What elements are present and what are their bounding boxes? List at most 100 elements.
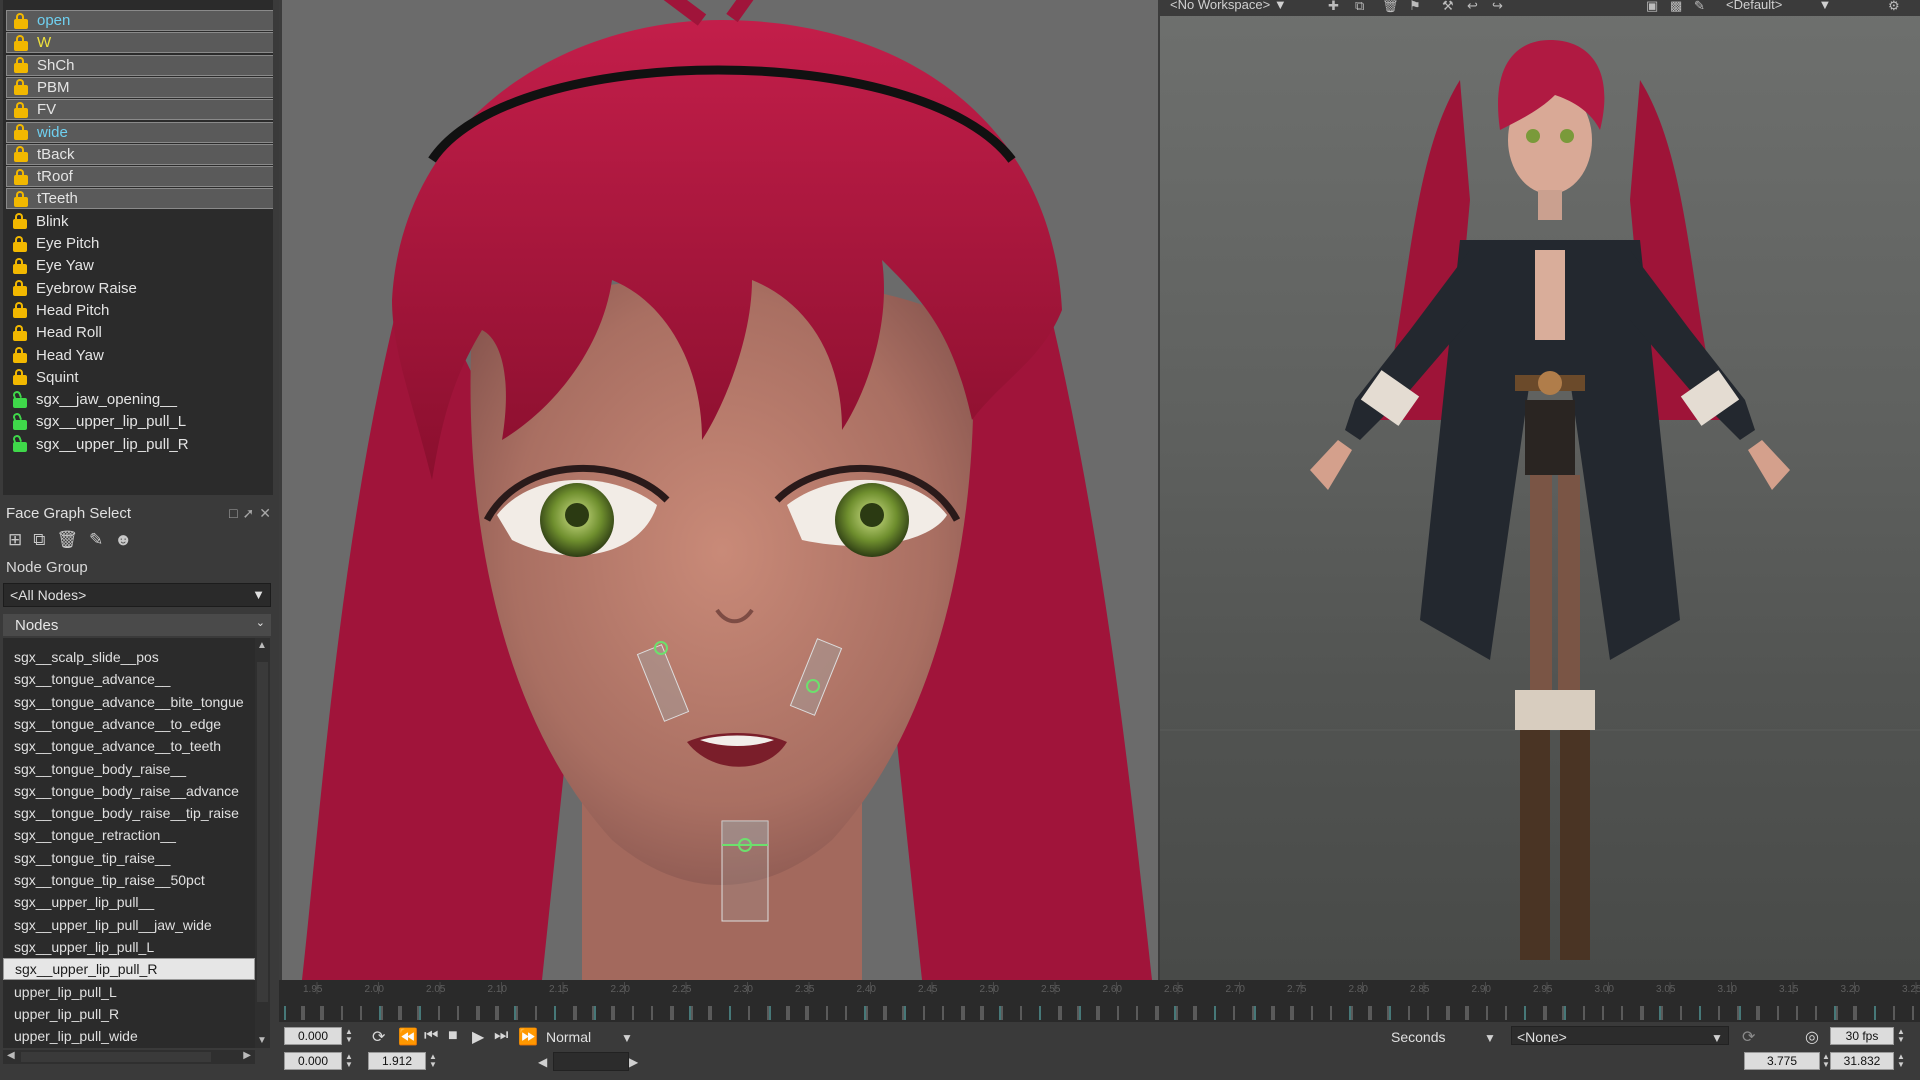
delete-icon[interactable]: 🗑: [1382, 0, 1399, 14]
sync-icon[interactable]: ⟳: [1742, 1027, 1755, 1047]
spinner-icon[interactable]: ▲ ▼: [429, 1053, 437, 1069]
channel-item[interactable]: Head Pitch: [6, 300, 273, 321]
chevron-down-icon[interactable]: ▼: [1484, 1031, 1496, 1045]
channel-item[interactable]: FV: [6, 99, 273, 121]
view-end-field[interactable]: 31.832: [1830, 1052, 1894, 1070]
lock-icon[interactable]: [12, 347, 28, 363]
close-icon[interactable]: ✕: [259, 505, 271, 522]
timeline-scrollbar[interactable]: [553, 1052, 629, 1071]
channel-item[interactable]: Head Yaw: [6, 345, 273, 366]
node-list-item[interactable]: sgx__tongue_tip_raise__: [3, 847, 255, 869]
lock-icon[interactable]: [12, 213, 28, 230]
spinner-icon[interactable]: ▲ ▼: [345, 1028, 353, 1044]
nodes-vertical-scrollbar[interactable]: ▲ ▼: [255, 638, 270, 1048]
chevron-down-icon[interactable]: ▼: [621, 1031, 633, 1045]
range-value-field[interactable]: 1.912: [368, 1052, 426, 1070]
chevron-down-icon[interactable]: ▼: [1711, 1031, 1723, 1045]
lock-icon[interactable]: [12, 280, 28, 297]
step-back-icon[interactable]: ⏮: [424, 1027, 438, 1045]
step-forward-icon[interactable]: ⏭: [494, 1027, 508, 1045]
render-icon[interactable]: ▩: [1670, 0, 1682, 14]
copy-icon[interactable]: ⧉: [1355, 0, 1364, 14]
tag-icon[interactable]: ⚑: [1409, 0, 1421, 14]
node-list-item[interactable]: sgx__tongue_body_raise__tip_raise: [3, 802, 255, 824]
float-icon[interactable]: □: [229, 505, 237, 522]
lock-icon[interactable]: [13, 12, 29, 29]
nodes-horizontal-scrollbar[interactable]: ◀ ▶: [3, 1050, 255, 1064]
control-gizmo-chin[interactable]: [721, 820, 769, 922]
node-list-item[interactable]: sgx__tongue_body_raise__: [3, 758, 255, 780]
channel-item[interactable]: open: [6, 10, 273, 31]
settings-icon[interactable]: ⚙: [1888, 0, 1900, 14]
preset-select[interactable]: <Default> ▼: [1726, 0, 1831, 12]
node-list-item[interactable]: sgx__tongue_advance__bite_tongue: [3, 691, 255, 713]
node-list-item[interactable]: sgx__scalp_slide__pos: [3, 646, 255, 668]
channel-item[interactable]: Squint: [6, 367, 273, 388]
play-icon[interactable]: ▶: [472, 1027, 484, 1047]
channel-item[interactable]: PBM: [6, 76, 273, 98]
edit-pencil-icon[interactable]: ✎: [89, 530, 103, 550]
rewind-icon[interactable]: ⏪: [398, 1027, 418, 1047]
playback-mode-select[interactable]: Normal: [546, 1029, 591, 1045]
brush-icon[interactable]: ✎: [1694, 0, 1705, 14]
channel-item[interactable]: tRoof: [6, 166, 273, 188]
lock-icon[interactable]: [12, 257, 28, 274]
face-icon[interactable]: ☻: [114, 530, 132, 550]
lock-icon[interactable]: [13, 57, 29, 74]
range-start-field[interactable]: 0.000: [284, 1052, 342, 1070]
unlink-icon[interactable]: ↪: [1492, 0, 1503, 14]
channel-item[interactable]: tBack: [6, 143, 273, 165]
node-list-item[interactable]: sgx__tongue_body_raise__advance: [3, 780, 255, 802]
node-list-item[interactable]: sgx__tongue_advance__to_edge: [3, 713, 255, 735]
node-list-item[interactable]: upper_lip_pull_wide: [3, 1025, 255, 1047]
node-list-item[interactable]: upper_lip_pull_L: [3, 981, 255, 1003]
stop-icon[interactable]: ■: [448, 1027, 458, 1045]
scroll-right-icon[interactable]: ▶: [243, 1050, 251, 1061]
node-group-select[interactable]: <All Nodes> ▼: [3, 583, 271, 607]
node-list-item[interactable]: upper_lip_pull_R: [3, 1003, 255, 1025]
unlock-icon[interactable]: [11, 411, 28, 430]
channel-item[interactable]: tTeeth: [6, 188, 273, 210]
lock-icon[interactable]: [13, 190, 29, 207]
lock-icon[interactable]: [13, 34, 29, 51]
duplicate-node-icon[interactable]: ⧉: [33, 530, 45, 550]
scroll-right-icon[interactable]: ▶: [629, 1055, 638, 1069]
timeline[interactable]: 1.95 2.00 2.05 2.10 2.15 2.20 2.25 2.30 2.35 2.40…: [279, 980, 1920, 1022]
scroll-left-icon[interactable]: ◀: [7, 1050, 15, 1061]
workspace-select[interactable]: <No Workspace> ▼: [1170, 0, 1287, 12]
new-icon[interactable]: ✚: [1328, 0, 1339, 14]
spinner-icon[interactable]: ▲ ▼: [1897, 1028, 1905, 1044]
channel-item[interactable]: Eye Pitch: [6, 233, 273, 254]
face-viewport[interactable]: [282, 0, 1158, 980]
camera-icon[interactable]: ▣: [1646, 0, 1658, 14]
channel-item[interactable]: sgx__upper_lip_pull_L: [6, 411, 273, 432]
pin-icon[interactable]: ➚: [243, 505, 255, 522]
view-start-field[interactable]: 3.775: [1744, 1052, 1820, 1070]
node-list-item[interactable]: sgx__tongue_tip_raise__50pct: [3, 869, 255, 891]
channel-item[interactable]: Eyebrow Raise: [6, 278, 273, 299]
lock-icon[interactable]: [13, 124, 29, 140]
channel-item[interactable]: W: [6, 32, 273, 54]
loop-icon[interactable]: ⟳: [372, 1027, 385, 1047]
node-list-item[interactable]: sgx__upper_lip_pull_L: [3, 936, 255, 958]
scroll-down-icon[interactable]: ▼: [257, 1035, 267, 1046]
node-list-item[interactable]: sgx__tongue_retraction__: [3, 824, 255, 846]
scroll-left-icon[interactable]: ◀: [538, 1055, 547, 1069]
spinner-icon[interactable]: ▲ ▼: [1897, 1053, 1905, 1069]
timeline-ruler[interactable]: 1.95 2.00 2.05 2.10 2.15 2.20 2.25 2.30 2.35 2.40…: [279, 980, 1920, 1022]
link-icon[interactable]: ↩: [1467, 0, 1478, 14]
node-list-item[interactable]: sgx__tongue_advance__: [3, 668, 255, 690]
channel-item[interactable]: Blink: [6, 211, 273, 232]
scrollbar-thumb[interactable]: [257, 662, 268, 1002]
lock-icon[interactable]: [13, 168, 29, 185]
channel-item[interactable]: Eye Yaw: [6, 255, 273, 276]
current-time-field[interactable]: 0.000: [284, 1027, 342, 1045]
unlock-icon[interactable]: [11, 389, 28, 408]
channel-item[interactable]: sgx__upper_lip_pull_R: [6, 434, 273, 455]
add-node-icon[interactable]: ⊞: [8, 530, 22, 550]
spinner-icon[interactable]: ▲ ▼: [345, 1053, 353, 1069]
scrollbar-thumb[interactable]: [21, 1052, 211, 1062]
time-units-select[interactable]: Seconds: [1391, 1029, 1445, 1045]
character-viewport[interactable]: [1160, 0, 1920, 980]
tool-icon[interactable]: ⚒: [1442, 0, 1454, 14]
